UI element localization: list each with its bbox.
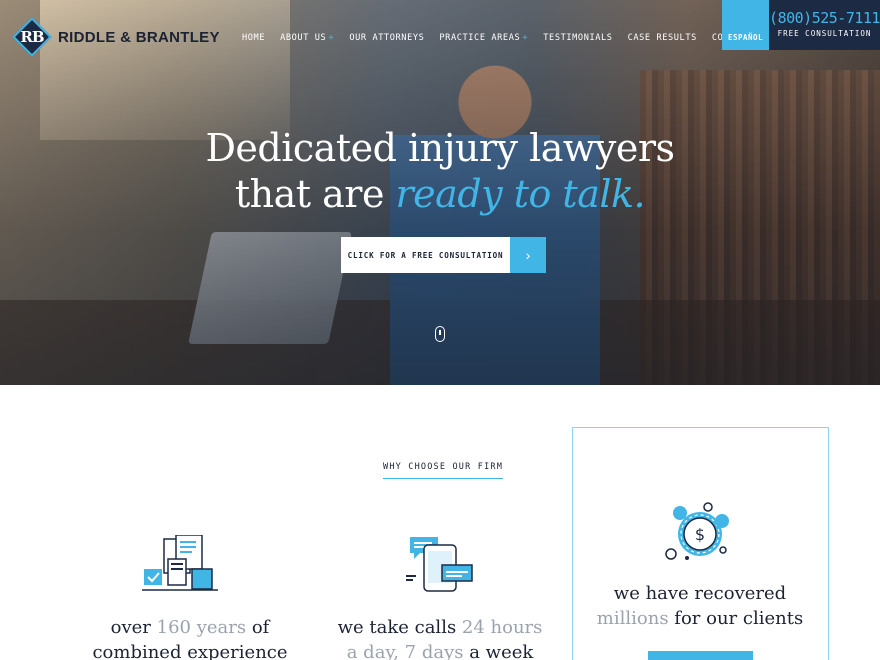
logo-mark: RB — [12, 17, 52, 57]
chat-phone-icon — [406, 537, 473, 592]
results-card-text: we have recovered millions for our clien… — [596, 583, 804, 629]
phone-subtitle: FREE CONSULTATION — [777, 29, 872, 38]
nav-item-practice-areas[interactable]: PRACTICE AREAS + — [439, 33, 528, 43]
phone-number: (800)525-7111 — [769, 9, 880, 27]
nav-item-about-us[interactable]: ABOUT US + — [280, 33, 334, 43]
nav-item-case-results[interactable]: CASE RESULTS — [628, 33, 697, 43]
dollar-coin-icon: $ — [665, 502, 729, 560]
plus-icon: + — [328, 33, 335, 43]
scroll-down-icon[interactable] — [435, 326, 445, 342]
logo-name: RIDDLE & BRANTLEY — [58, 28, 220, 46]
phone-cta[interactable]: (800)525-7111 FREE CONSULTATION — [769, 0, 880, 50]
svg-text:$: $ — [695, 525, 705, 544]
documents-icon — [142, 535, 218, 591]
results-card-button[interactable] — [648, 651, 753, 660]
hero-headline: Dedicated injury lawyers that are ready … — [205, 126, 675, 216]
feature-availability: we take calls 24 hours a day, 7 days a w… — [337, 617, 543, 660]
feature-experience: over 160 years of combined experience — [92, 617, 288, 660]
language-toggle-espanol[interactable]: ESPAÑOL — [722, 0, 769, 50]
nav-item-our-attorneys[interactable]: OUR ATTORNEYS — [349, 33, 424, 43]
nav-item-testimonials[interactable]: TESTIMONIALS — [543, 33, 612, 43]
plus-icon: + — [522, 33, 529, 43]
chevron-right-icon: › — [510, 237, 546, 273]
cta-label: CLICK FOR A FREE CONSULTATION — [341, 237, 510, 273]
free-consultation-button[interactable]: CLICK FOR A FREE CONSULTATION › — [341, 237, 546, 273]
main-nav: HOME ABOUT US + OUR ATTORNEYS PRACTICE AR… — [242, 33, 785, 43]
section-heading: WHY CHOOSE OUR FIRM — [383, 462, 504, 479]
nav-item-home[interactable]: HOME — [242, 33, 265, 43]
site-logo[interactable]: RB RIDDLE & BRANTLEY — [12, 17, 220, 57]
